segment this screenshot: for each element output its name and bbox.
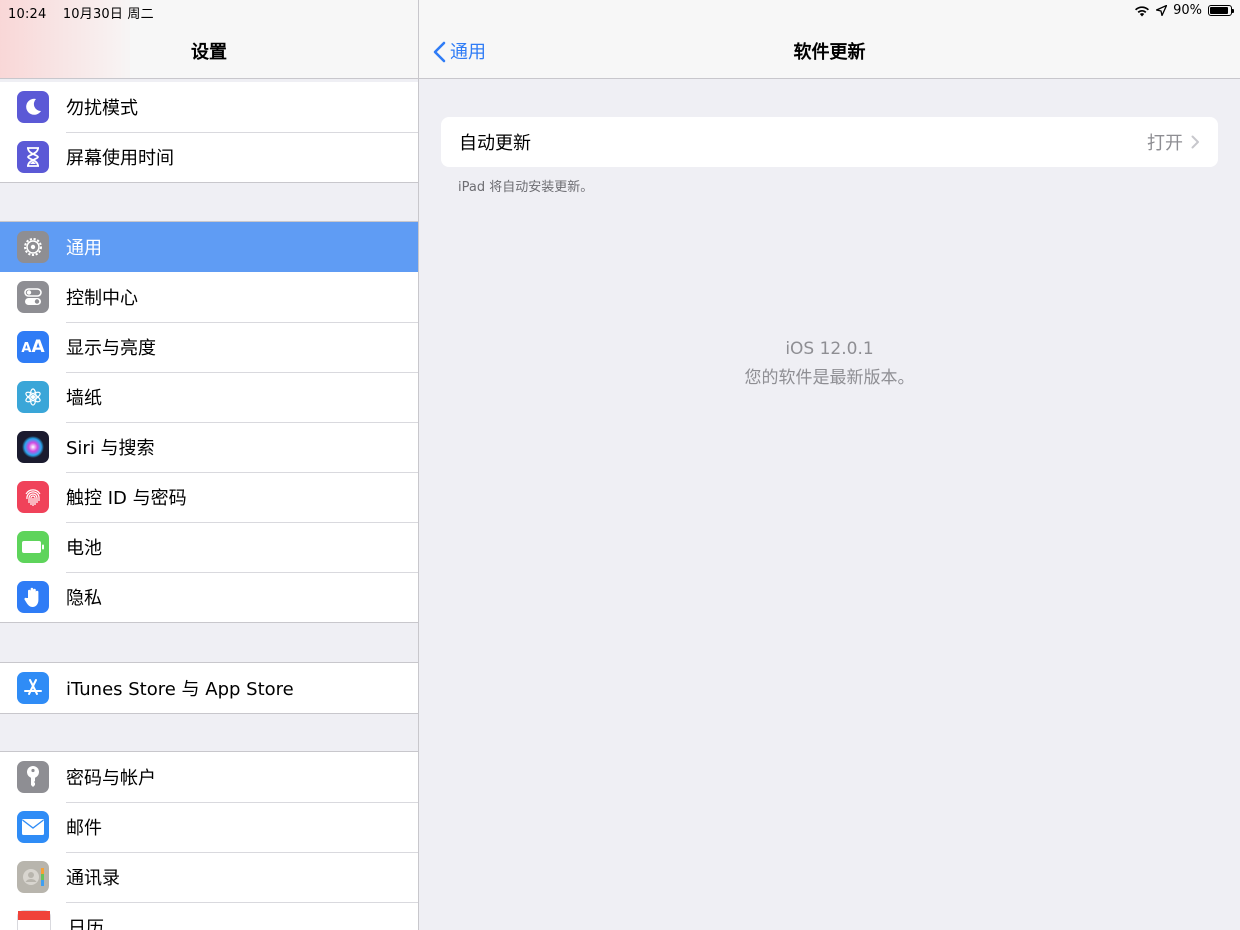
- sidebar-item[interactable]: AA 显示与亮度: [0, 322, 418, 372]
- gear-icon: [17, 231, 49, 263]
- wifi-icon: [1135, 5, 1150, 16]
- auto-update-label: 自动更新: [459, 133, 531, 154]
- siri-icon: [17, 431, 49, 463]
- sidebar-item[interactable]: 墙纸: [0, 372, 418, 422]
- sidebar-item-label: 触控 ID 与密码: [66, 488, 187, 509]
- battery-percent: 90%: [1173, 3, 1202, 18]
- hourglass-icon: [17, 141, 49, 173]
- sidebar-item[interactable]: iTunes Store 与 App Store: [0, 663, 418, 713]
- location-arrow-icon: [1156, 5, 1168, 16]
- text-size-icon: AA: [17, 331, 49, 363]
- sidebar-item[interactable]: 邮件: [0, 802, 418, 852]
- auto-update-value: 打开: [1147, 133, 1183, 154]
- sidebar-item[interactable]: 电池: [0, 522, 418, 572]
- fingerprint-icon: [17, 481, 49, 513]
- sidebar-item-label: 隐私: [66, 588, 102, 609]
- battery-icon: [17, 531, 49, 563]
- sidebar-item[interactable]: 通讯录: [0, 852, 418, 902]
- status-bar: 10:24 10月30日 周二 90%: [0, 0, 1240, 22]
- sidebar-item-label: 电池: [66, 538, 102, 559]
- auto-update-note: iPad 将自动安装更新。: [458, 180, 594, 195]
- sidebar-item[interactable]: 控制中心: [0, 272, 418, 322]
- sidebar-item[interactable]: 密码与帐户: [0, 752, 418, 802]
- calendar-icon: [17, 910, 51, 930]
- sidebar-item-label: iTunes Store 与 App Store: [66, 679, 294, 700]
- battery-icon: [1208, 5, 1234, 16]
- ios-version: iOS 12.0.1: [785, 339, 874, 359]
- status-time: 10:24: [8, 7, 47, 22]
- sidebar-item[interactable]: 勿扰模式: [0, 82, 418, 132]
- sidebar-item-label: Siri 与搜索: [66, 438, 155, 459]
- sidebar-item-label: 勿扰模式: [66, 98, 138, 119]
- sidebar-item-label: 邮件: [66, 818, 102, 839]
- sidebar-group: iTunes Store 与 App Store: [0, 662, 418, 714]
- sidebar-item[interactable]: 日历: [0, 902, 418, 930]
- settings-sidebar: 设置 勿扰模式屏幕使用时间 通用控制中心 AA 显示与亮度墙纸 Siri 与搜索触控 I…: [0, 0, 419, 930]
- sidebar-item-label: 日历: [68, 918, 104, 930]
- sidebar-item-label: 墙纸: [66, 388, 102, 409]
- sidebar-item-label: 显示与亮度: [66, 338, 156, 359]
- update-status: 您的软件是最新版本。: [744, 368, 915, 388]
- sidebar-item-label: 通讯录: [66, 868, 120, 889]
- appstore-icon: [17, 672, 49, 704]
- detail-title: 软件更新: [793, 42, 866, 63]
- sidebar-item-label: 密码与帐户: [66, 768, 156, 789]
- sidebar-item[interactable]: 触控 ID 与密码: [0, 472, 418, 522]
- key-icon: [17, 761, 49, 793]
- auto-update-row[interactable]: 自动更新 打开: [441, 117, 1218, 167]
- sidebar-group: 勿扰模式屏幕使用时间: [0, 82, 418, 183]
- sidebar-group: 密码与帐户邮件通讯录日历: [0, 751, 418, 930]
- envelope-icon: [17, 811, 49, 843]
- sidebar-item[interactable]: 屏幕使用时间: [0, 132, 418, 182]
- contacts-icon: [17, 861, 49, 893]
- switches-icon: [17, 281, 49, 313]
- flower-icon: [17, 381, 49, 413]
- sidebar-group: 通用控制中心 AA 显示与亮度墙纸 Siri 与搜索触控 ID 与密码 电池隐私: [0, 221, 418, 623]
- sidebar-item-label: 屏幕使用时间: [66, 148, 174, 169]
- moon-icon: [17, 91, 49, 123]
- sidebar-item-label: 控制中心: [66, 288, 138, 309]
- chevron-right-icon: [1191, 135, 1200, 149]
- hand-icon: [17, 581, 49, 613]
- sidebar-item-label: 通用: [66, 238, 102, 259]
- sidebar-item[interactable]: 通用: [0, 222, 418, 272]
- sidebar-item[interactable]: Siri 与搜索: [0, 422, 418, 472]
- sidebar-item[interactable]: 隐私: [0, 572, 418, 622]
- status-date: 10月30日 周二: [62, 7, 154, 22]
- sidebar-title: 设置: [191, 42, 227, 63]
